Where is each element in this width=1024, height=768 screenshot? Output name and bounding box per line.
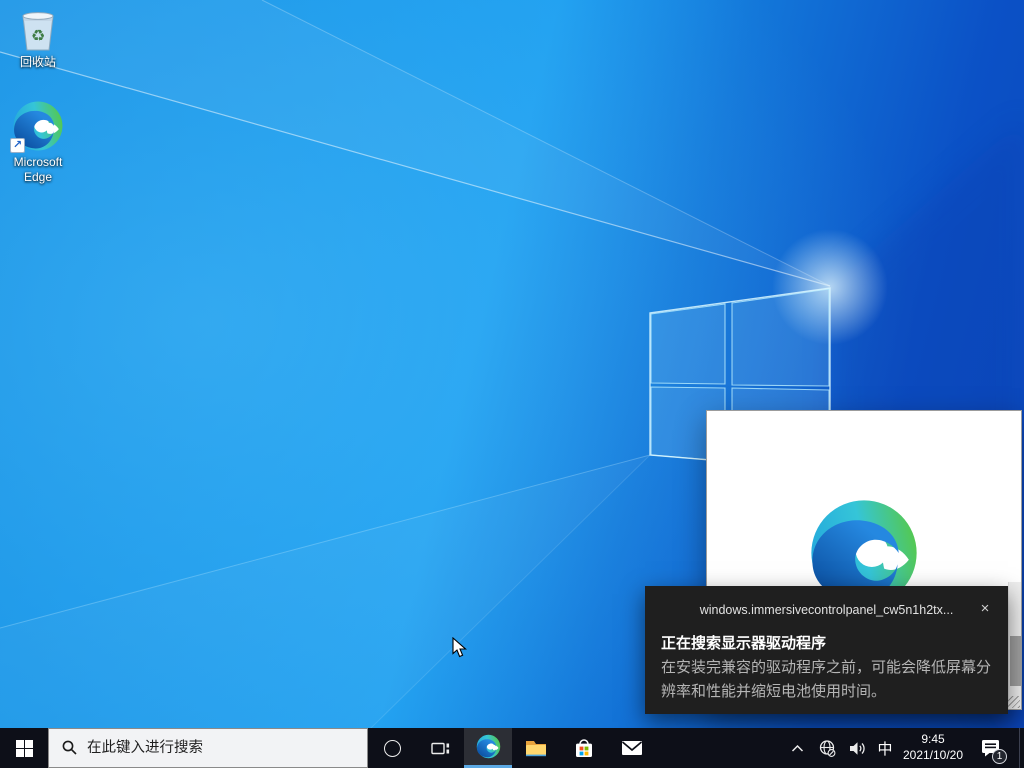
search-input[interactable] bbox=[48, 728, 368, 768]
toast-title: 正在搜索显示器驱动程序 bbox=[645, 619, 1008, 653]
taskbar: 中 9:45 2021/10/20 1 bbox=[0, 728, 1024, 768]
notification-badge: 1 bbox=[992, 749, 1007, 764]
close-icon[interactable]: × bbox=[974, 598, 996, 620]
taskbar-button-edge-active[interactable] bbox=[464, 728, 512, 768]
scrollbar-thumb[interactable] bbox=[1010, 636, 1021, 686]
toast-notification[interactable]: windows.immersivecontrolpanel_cw5n1h2tx.… bbox=[645, 586, 1008, 714]
hidden-icons-button[interactable] bbox=[782, 728, 812, 768]
svg-text:♻: ♻ bbox=[31, 28, 45, 45]
shortcut-arrow-icon: ↗ bbox=[10, 138, 25, 153]
taskbar-button-mail[interactable] bbox=[608, 728, 656, 768]
toast-source: windows.immersivecontrolpanel_cw5n1h2tx.… bbox=[700, 603, 954, 617]
ime-label: 中 bbox=[877, 738, 892, 759]
microsoft-store-icon bbox=[571, 735, 597, 761]
action-center-button[interactable]: 1 bbox=[968, 728, 1012, 768]
task-view-icon bbox=[431, 740, 450, 757]
desktop-icon-label: Microsoft Edge bbox=[0, 155, 76, 185]
mail-icon bbox=[619, 735, 645, 761]
desktop-icon-label: 回收站 bbox=[0, 55, 76, 70]
taskbar-button-file-explorer[interactable] bbox=[512, 728, 560, 768]
tray-time: 9:45 bbox=[921, 732, 944, 748]
mouse-cursor bbox=[452, 637, 471, 659]
toast-header: windows.immersivecontrolpanel_cw5n1h2tx.… bbox=[645, 586, 1008, 619]
taskbar-search[interactable] bbox=[48, 728, 368, 768]
desktop-icon-microsoft-edge[interactable]: ↗ Microsoft Edge bbox=[0, 100, 76, 185]
ime-indicator[interactable]: 中 bbox=[872, 728, 898, 768]
desktop[interactable]: ♻ 回收站 ↗ Microsoft Edge windows.immersive… bbox=[0, 0, 1024, 768]
tray-date: 2021/10/20 bbox=[903, 748, 963, 764]
windows-logo-icon bbox=[16, 740, 33, 757]
task-view-button[interactable] bbox=[416, 728, 464, 768]
clock[interactable]: 9:45 2021/10/20 bbox=[898, 728, 968, 768]
cortana-icon bbox=[384, 740, 401, 757]
network-button[interactable] bbox=[812, 728, 842, 768]
cortana-button[interactable] bbox=[368, 728, 416, 768]
show-desktop-button[interactable] bbox=[1019, 728, 1024, 768]
volume-icon bbox=[848, 740, 867, 757]
taskbar-button-microsoft-store[interactable] bbox=[560, 728, 608, 768]
resize-grip[interactable] bbox=[1008, 696, 1020, 708]
network-globe-icon bbox=[818, 739, 837, 758]
file-explorer-icon bbox=[523, 735, 549, 761]
edge-icon bbox=[476, 734, 501, 759]
desktop-icon-recycle-bin[interactable]: ♻ 回收站 bbox=[0, 8, 76, 70]
volume-button[interactable] bbox=[842, 728, 872, 768]
start-button[interactable] bbox=[0, 728, 48, 768]
toast-body: 在安装完兼容的驱动程序之前，可能会降低屏幕分辨率和性能并缩短电池使用时间。 bbox=[645, 653, 1008, 705]
scrollbar-track[interactable] bbox=[1008, 582, 1021, 709]
chevron-up-icon bbox=[791, 744, 804, 753]
recycle-bin-icon: ♻ bbox=[15, 8, 61, 52]
